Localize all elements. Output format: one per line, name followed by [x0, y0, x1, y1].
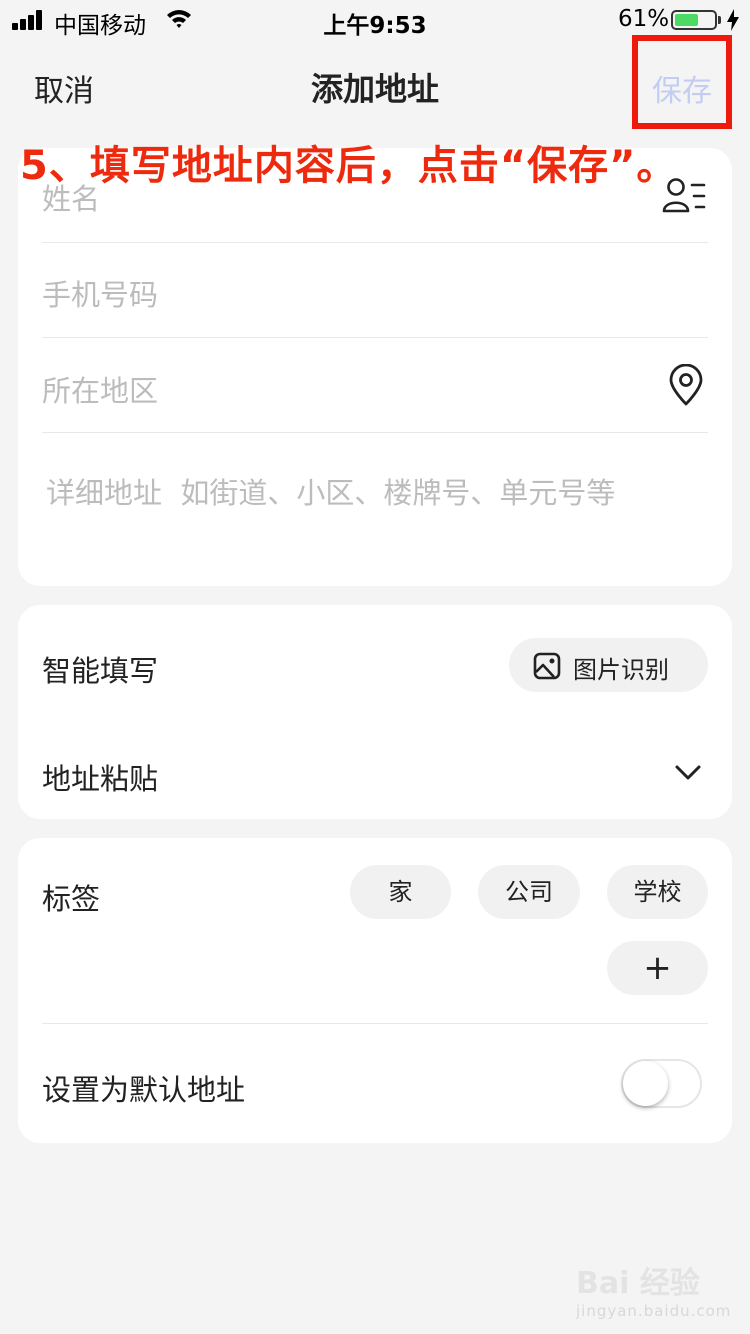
toggle-knob [623, 1061, 668, 1106]
charging-bolt-icon [727, 9, 739, 31]
smart-fill-label: 智能填写 [42, 654, 159, 688]
chevron-down-icon[interactable] [674, 764, 702, 782]
location-pin-icon[interactable] [667, 364, 705, 406]
region-selector[interactable]: 所在地区 [42, 368, 158, 410]
divider [42, 337, 708, 338]
tag-home[interactable]: 家 [350, 865, 451, 919]
address-form-card [18, 148, 732, 586]
image-icon [533, 652, 561, 680]
address-paste-toggle[interactable]: 地址粘贴 [42, 756, 158, 798]
divider [42, 1023, 708, 1024]
watermark: Bai 经验 jingyan.baidu.com [576, 1258, 731, 1320]
save-highlight-box [632, 35, 732, 129]
battery-icon [671, 10, 717, 30]
watermark-brand: Bai 经验 [576, 1266, 700, 1301]
divider [42, 242, 708, 243]
default-address-label: 设置为默认地址 [42, 1073, 246, 1107]
image-recognition-label: 图片识别 [573, 656, 669, 684]
battery-percent: 61% [618, 6, 670, 32]
tutorial-annotation: 5、填写地址内容后，点击“保存”。 [20, 143, 678, 189]
detail-address-input[interactable]: 详细地址 如街道、小区、楼牌号、单元号等 [46, 470, 615, 512]
default-address-toggle[interactable] [621, 1059, 702, 1108]
tags-label: 标签 [42, 882, 101, 916]
status-bar: 中国移动 上午9:53 61% [0, 0, 750, 40]
divider [42, 432, 708, 433]
image-recognition-button[interactable]: 图片识别 [509, 638, 708, 692]
add-tag-button[interactable]: + [607, 941, 708, 995]
battery-cap [718, 16, 721, 24]
phone-input[interactable]: 手机号码 [42, 272, 158, 314]
watermark-url: jingyan.baidu.com [576, 1302, 732, 1320]
name-input[interactable]: 姓名 [42, 176, 100, 218]
tag-school[interactable]: 学校 [607, 865, 708, 919]
tag-company[interactable]: 公司 [478, 865, 580, 919]
contacts-icon[interactable] [662, 177, 706, 213]
